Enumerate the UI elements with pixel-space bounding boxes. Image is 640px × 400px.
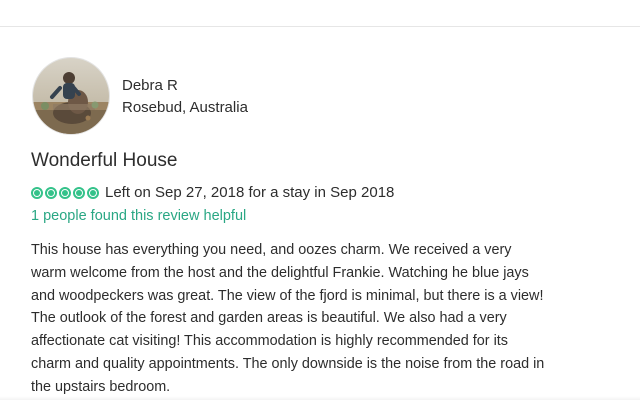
bottom-fade <box>0 396 640 400</box>
reviewer-avatar[interactable] <box>33 58 109 134</box>
review-title[interactable]: Wonderful House <box>31 149 177 173</box>
rating-bubble-icon <box>45 187 57 199</box>
review-card: Debra R Rosebud, Australia Wonderful Hou… <box>0 0 640 400</box>
rating-bubble-icon <box>59 187 71 199</box>
review-body-line: The outlook of the forest and garden are… <box>31 310 507 327</box>
rating-line: Left on Sep 27, 2018 for a stay in Sep 2… <box>31 184 394 202</box>
rating-bubbles <box>31 187 101 199</box>
review-body-line: This house has everything you need, and … <box>31 242 512 258</box>
review-body-line: charm and quality appointments. The only… <box>31 355 545 372</box>
review-date: Left on Sep 27, 2018 for a stay in Sep 2… <box>105 184 395 201</box>
review-body: This house has everything you need, and … <box>31 239 621 399</box>
helpful-count-link[interactable]: 1 people found this review helpful <box>31 207 246 225</box>
review-body-line: affectionate cat visiting! This accommod… <box>31 333 508 350</box>
review-body-line: and woodpeckers was great. The view of t… <box>31 287 544 304</box>
rating-bubble-icon <box>31 187 43 199</box>
reviewer-location: Rosebud, Australia <box>122 99 248 116</box>
review-body-line: warm welcome from the host and the delig… <box>31 264 529 281</box>
avatar-photo <box>33 58 109 134</box>
rating-bubble-icon <box>73 187 85 199</box>
reviewer-name[interactable]: Debra R <box>122 77 178 95</box>
rating-bubble-icon <box>87 187 99 199</box>
